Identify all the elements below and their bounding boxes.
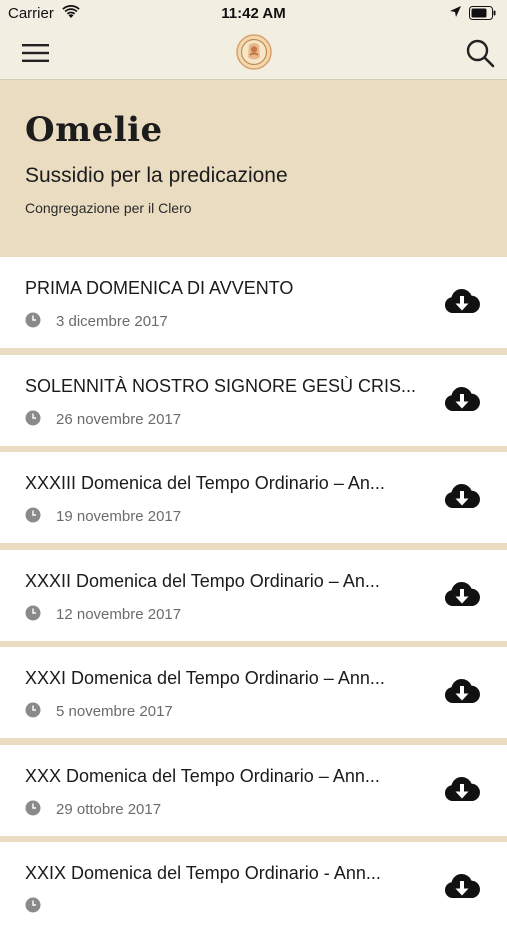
clock-icon (25, 702, 41, 718)
homily-title: XXIX Domenica del Tempo Ordinario - Ann.… (25, 863, 381, 883)
homily-date: 26 novembre 2017 (56, 410, 182, 428)
cloud-download-icon[interactable] (443, 580, 481, 610)
page-subtitle: Sussidio per la predicazione (25, 164, 288, 187)
homily-list-item[interactable]: PRIMA DOMENICA DI AVVENTO 3 dicembre 2017 (0, 257, 507, 348)
clock-icon (25, 507, 41, 523)
nav-bar (0, 28, 507, 80)
cloud-download-icon[interactable] (443, 872, 481, 902)
status-bar: Carrier 11:42 AM (0, 0, 507, 28)
homily-list-item[interactable]: XXX Domenica del Tempo Ordinario – Ann..… (0, 744, 507, 836)
homily-title: SOLENNITÀ NOSTRO SIGNORE GESÙ CRIS... (25, 375, 417, 396)
homily-date: 3 dicembre 2017 (56, 313, 168, 330)
page-header: Omelie Sussidio per la predicazione Cong… (0, 80, 507, 257)
seal-logo (236, 34, 272, 70)
cloud-download-icon[interactable] (443, 287, 481, 317)
cloud-download-icon[interactable] (443, 677, 481, 707)
homily-date: 12 novembre 2017 (56, 605, 182, 623)
search-icon[interactable] (465, 38, 495, 68)
homily-list-item[interactable]: XXXII Domenica del Tempo Ordinario – An.… (0, 549, 507, 641)
cloud-download-icon[interactable] (443, 385, 481, 415)
cloud-download-icon[interactable] (443, 775, 481, 805)
homily-list-item[interactable]: XXIX Domenica del Tempo Ordinario - Ann.… (0, 842, 507, 933)
clock-time: 11:42 AM (221, 5, 286, 22)
clock-icon (25, 605, 41, 620)
homily-date: 5 novembre 2017 (56, 703, 173, 720)
homily-title: XXX Domenica del Tempo Ordinario – Ann..… (25, 765, 380, 786)
homily-date: 19 novembre 2017 (56, 508, 182, 525)
clock-icon (25, 312, 41, 328)
homily-date: 29 ottobre 2017 (56, 800, 162, 818)
hamburger-icon[interactable] (22, 42, 49, 64)
homily-list-item[interactable]: XXXIII Domenica del Tempo Ordinario – An… (0, 452, 507, 543)
organization-label: Congregazione per il Clero (25, 200, 192, 216)
location-arrow-icon (450, 6, 461, 17)
homily-list-item[interactable]: SOLENNITÀ NOSTRO SIGNORE GESÙ CRIS... 26 … (0, 354, 507, 446)
battery-icon (469, 6, 496, 20)
homily-title: XXXIII Domenica del Tempo Ordinario – An… (25, 473, 385, 493)
clock-icon (25, 410, 41, 425)
cloud-download-icon[interactable] (443, 482, 481, 512)
homily-title: PRIMA DOMENICA DI AVVENTO (25, 278, 294, 298)
page-title: Omelie (25, 110, 163, 150)
homily-title: XXXI Domenica del Tempo Ordinario – Ann.… (25, 668, 385, 688)
homily-list-item[interactable]: XXXI Domenica del Tempo Ordinario – Ann.… (0, 647, 507, 738)
clock-icon (25, 800, 41, 815)
homily-title: XXXII Domenica del Tempo Ordinario – An.… (25, 570, 380, 591)
clock-icon (25, 897, 41, 913)
